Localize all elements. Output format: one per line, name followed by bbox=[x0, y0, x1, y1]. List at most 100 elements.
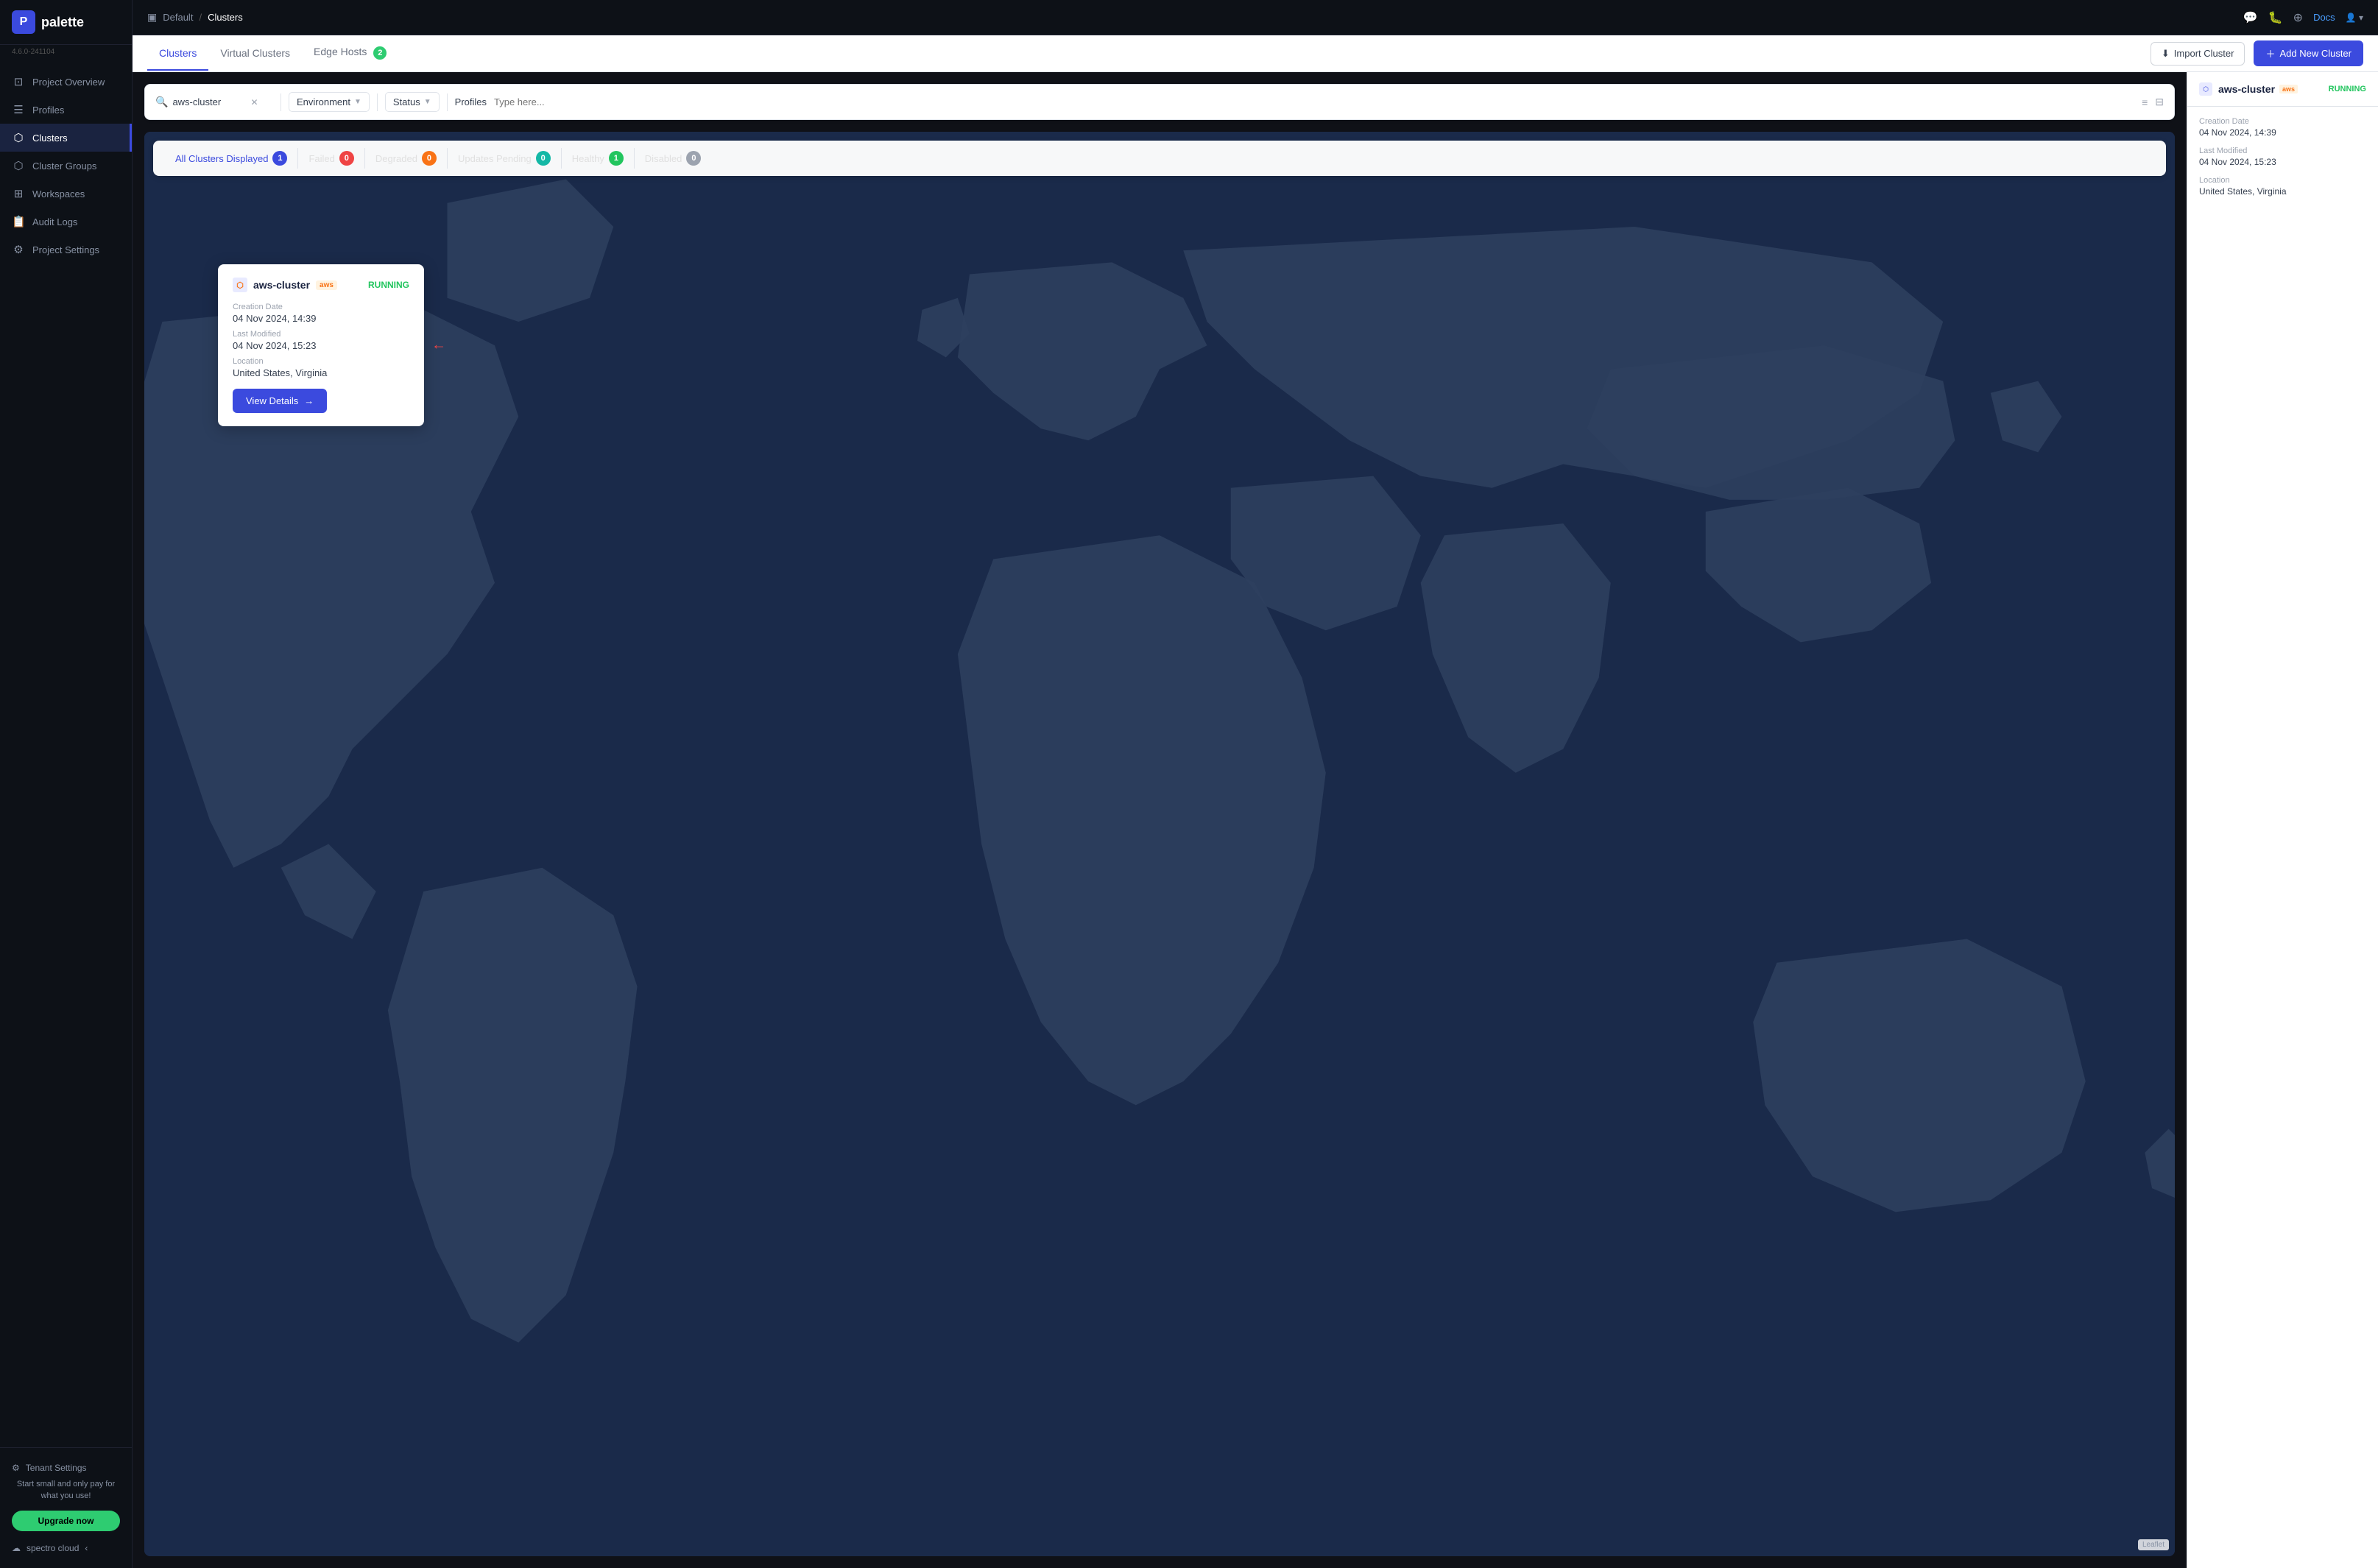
cluster-status-bar: All Clusters Displayed 1 Failed 0 Degrad… bbox=[153, 141, 2166, 176]
breadcrumb: ▣ Default / Clusters bbox=[147, 11, 243, 24]
add-new-cluster-button[interactable]: ＋ Add New Cluster bbox=[2254, 40, 2363, 66]
sidebar-item-audit-logs[interactable]: 📋 Audit Logs bbox=[0, 208, 132, 236]
popup-cluster-icon: ⬡ bbox=[233, 278, 247, 292]
rp-cluster-icon: ⬡ bbox=[2199, 82, 2212, 96]
import-icon: ⬇ bbox=[2162, 48, 2170, 60]
tab-clusters[interactable]: Clusters bbox=[147, 37, 208, 71]
healthy-badge: 1 bbox=[609, 151, 624, 166]
chat-icon[interactable]: 💬 bbox=[2243, 10, 2258, 25]
sidebar-tenant-settings[interactable]: ⚙ Tenant Settings bbox=[12, 1457, 120, 1479]
cluster-groups-icon: ⬡ bbox=[12, 159, 25, 172]
rp-cluster-name: aws-cluster aws bbox=[2218, 83, 2298, 95]
subtabs-bar: Clusters Virtual Clusters Edge Hosts 2 ⬇… bbox=[133, 35, 2378, 72]
all-clusters-label: All Clusters Displayed bbox=[175, 153, 268, 164]
status-healthy[interactable]: Healthy 1 bbox=[562, 148, 635, 169]
popup-status: RUNNING bbox=[368, 280, 409, 290]
sidebar-item-project-settings[interactable]: ⚙ Project Settings bbox=[0, 236, 132, 264]
cluster-popup: ⬡ aws-cluster aws RUNNING Creation Date … bbox=[218, 264, 424, 426]
workspaces-icon: ⊞ bbox=[12, 187, 25, 200]
rp-last-modified-label: Last Modified bbox=[2199, 146, 2366, 155]
audit-logs-icon: 📋 bbox=[12, 215, 25, 228]
rp-last-modified-value: 04 Nov 2024, 15:23 bbox=[2199, 157, 2366, 167]
bug-icon[interactable]: 🐛 bbox=[2268, 10, 2283, 25]
updates-pending-label: Updates Pending bbox=[458, 153, 532, 164]
sidebar-item-clusters[interactable]: ⬡ Clusters bbox=[0, 124, 132, 152]
main-area: ▣ Default / Clusters 💬 🐛 ⊕ Docs 👤 ▾ Clus… bbox=[133, 0, 2378, 1568]
rp-creation-date-label: Creation Date bbox=[2199, 117, 2366, 126]
tab-edge-hosts[interactable]: Edge Hosts 2 bbox=[302, 35, 398, 71]
sidebar-item-project-overview[interactable]: ⊡ Project Overview bbox=[0, 68, 132, 96]
tenant-settings-label: Tenant Settings bbox=[26, 1463, 87, 1473]
sidebar-item-label: Clusters bbox=[32, 133, 68, 144]
view-details-label: View Details bbox=[246, 395, 298, 406]
environment-filter-button[interactable]: Environment ▼ bbox=[289, 92, 370, 112]
sidebar-spectro-cloud[interactable]: ☁ spectro cloud ‹ bbox=[12, 1537, 120, 1559]
sidebar-item-cluster-groups[interactable]: ⬡ Cluster Groups bbox=[0, 152, 132, 180]
help-icon[interactable]: ⊕ bbox=[2293, 10, 2303, 25]
popup-header: ⬡ aws-cluster aws RUNNING bbox=[233, 278, 409, 292]
tenant-settings-icon: ⚙ bbox=[12, 1463, 20, 1473]
profiles-filter-label: Profiles bbox=[455, 96, 487, 107]
disabled-label: Disabled bbox=[645, 153, 682, 164]
popup-arrow-indicator: ← bbox=[431, 337, 446, 354]
failed-label: Failed bbox=[308, 153, 334, 164]
map-area: All Clusters Displayed 1 Failed 0 Degrad… bbox=[144, 132, 2175, 1556]
upgrade-button[interactable]: Upgrade now bbox=[12, 1511, 120, 1531]
rp-location-value: United States, Virginia bbox=[2199, 186, 2366, 197]
sidebar-logo-text: palette bbox=[41, 15, 84, 30]
user-menu[interactable]: 👤 ▾ bbox=[2346, 13, 2363, 23]
palette-logo-icon: P bbox=[12, 10, 35, 34]
right-panel-header: ⬡ aws-cluster aws RUNNING bbox=[2187, 72, 2378, 107]
degraded-badge: 0 bbox=[422, 151, 437, 166]
status-disabled[interactable]: Disabled 0 bbox=[635, 148, 712, 169]
sidebar: P palette 4.6.0-241104 ⊡ Project Overvie… bbox=[0, 0, 133, 1568]
profiles-icon: ☰ bbox=[12, 103, 25, 116]
search-input[interactable] bbox=[172, 96, 246, 107]
search-icon: 🔍 bbox=[155, 96, 168, 108]
sidebar-item-workspaces[interactable]: ⊞ Workspaces bbox=[0, 180, 132, 208]
arrow-right-icon: → bbox=[304, 395, 314, 406]
profiles-filter-input[interactable] bbox=[494, 96, 2134, 107]
status-updates-pending[interactable]: Updates Pending 0 bbox=[448, 148, 562, 169]
status-failed[interactable]: Failed 0 bbox=[298, 148, 364, 169]
popup-location-value: United States, Virginia bbox=[233, 367, 409, 378]
degraded-label: Degraded bbox=[375, 153, 417, 164]
docs-link[interactable]: Docs bbox=[2313, 12, 2335, 23]
right-panel: ⬡ aws-cluster aws RUNNING Creation Date … bbox=[2187, 72, 2378, 1568]
status-all[interactable]: All Clusters Displayed 1 bbox=[165, 148, 298, 169]
search-wrap: 🔍 ✕ bbox=[155, 96, 273, 108]
environment-arrow-icon: ▼ bbox=[354, 98, 361, 106]
sidebar-item-label: Profiles bbox=[32, 105, 64, 116]
sidebar-collapse-icon[interactable]: ‹ bbox=[85, 1543, 88, 1553]
sidebar-logo: P palette bbox=[0, 0, 132, 45]
leaflet-attribution: Leaflet bbox=[2138, 1539, 2169, 1550]
healthy-label: Healthy bbox=[572, 153, 604, 164]
view-details-button[interactable]: View Details → bbox=[233, 389, 327, 413]
all-clusters-badge: 1 bbox=[272, 151, 287, 166]
popup-location: Location United States, Virginia bbox=[233, 357, 409, 378]
breadcrumb-current: Clusters bbox=[208, 12, 243, 23]
sidebar-nav: ⊡ Project Overview ☰ Profiles ⬡ Clusters… bbox=[0, 62, 132, 1447]
filter-options-icon[interactable]: ≡ bbox=[2142, 96, 2148, 108]
popup-cloud-badge: aws bbox=[316, 280, 337, 290]
status-filter-button[interactable]: Status ▼ bbox=[385, 92, 440, 112]
rp-cluster-symbol: ⬡ bbox=[2203, 85, 2209, 93]
failed-badge: 0 bbox=[339, 151, 354, 166]
map-and-filter: 🔍 ✕ Environment ▼ Status ▼ Profiles ≡ bbox=[133, 72, 2187, 1568]
topbar: ▣ Default / Clusters 💬 🐛 ⊕ Docs 👤 ▾ bbox=[133, 0, 2378, 35]
search-clear-icon[interactable]: ✕ bbox=[250, 97, 258, 107]
import-cluster-button[interactable]: ⬇ Import Cluster bbox=[2151, 42, 2245, 66]
view-toggle-icon[interactable]: ⊟ bbox=[2155, 96, 2164, 108]
sidebar-item-profiles[interactable]: ☰ Profiles bbox=[0, 96, 132, 124]
status-degraded[interactable]: Degraded 0 bbox=[365, 148, 448, 169]
spectro-label: spectro cloud bbox=[27, 1543, 79, 1553]
breadcrumb-project[interactable]: Default bbox=[163, 12, 193, 23]
topbar-right: 💬 🐛 ⊕ Docs 👤 ▾ bbox=[2243, 10, 2363, 25]
popup-creation-date-value: 04 Nov 2024, 14:39 bbox=[233, 313, 409, 324]
project-icon: ▣ bbox=[147, 11, 157, 24]
rp-creation-date-value: 04 Nov 2024, 14:39 bbox=[2199, 127, 2366, 138]
tab-virtual-clusters[interactable]: Virtual Clusters bbox=[208, 37, 302, 71]
breadcrumb-separator: / bbox=[199, 12, 202, 23]
filter-divider-3 bbox=[447, 93, 448, 111]
sidebar-bottom: ⚙ Tenant Settings Start small and only p… bbox=[0, 1447, 132, 1568]
